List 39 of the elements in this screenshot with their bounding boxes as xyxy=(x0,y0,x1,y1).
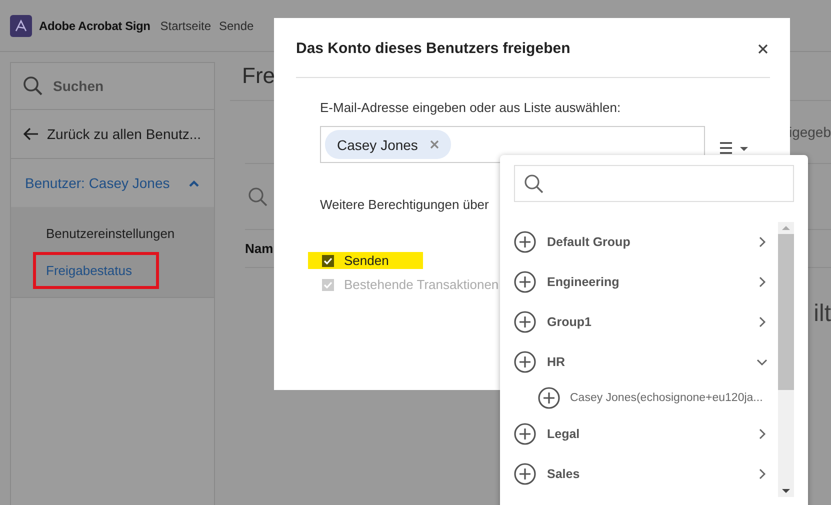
status-text: igegeb xyxy=(788,124,831,140)
logo-icon xyxy=(10,14,32,36)
empty-message: ilt xyxy=(814,300,831,328)
add-icon[interactable] xyxy=(514,423,536,445)
add-icon[interactable] xyxy=(514,463,536,485)
checkbox[interactable] xyxy=(322,254,334,266)
search-field[interactable] xyxy=(514,165,794,202)
group-item[interactable]: Legal xyxy=(514,414,778,454)
recipient-chip[interactable]: Casey Jones xyxy=(325,130,451,159)
group-item[interactable]: Group1 xyxy=(514,302,778,342)
search-field[interactable]: Suchen xyxy=(51,77,195,95)
nav-link[interactable]: Sende xyxy=(219,18,254,32)
search-icon xyxy=(248,186,268,206)
add-icon[interactable] xyxy=(514,311,536,333)
permissions-label: Weitere Berechtigungen über xyxy=(320,197,490,212)
caret-icon[interactable] xyxy=(188,179,200,187)
add-icon[interactable] xyxy=(514,271,536,293)
member-item[interactable]: Casey Jones(echosignone+eu120ja... xyxy=(514,382,778,414)
column-header: Nam xyxy=(245,241,274,256)
nav-link[interactable]: Startseite xyxy=(160,18,211,32)
back-link[interactable]: Zurück zu allen Benutz... xyxy=(47,126,202,142)
group-item[interactable]: Engineering xyxy=(514,262,778,302)
email-label: E-Mail-Adresse eingeben oder aus Liste auswählen: xyxy=(320,100,622,115)
search-icon xyxy=(23,76,43,96)
app-name: Adobe Acrobat Sign xyxy=(39,18,150,32)
add-icon[interactable] xyxy=(538,387,560,409)
group-item[interactable]: Sales xyxy=(514,454,778,494)
scrollbar[interactable] xyxy=(778,222,794,497)
back-arrow-icon xyxy=(23,127,39,141)
add-icon[interactable] xyxy=(514,351,536,373)
submenu-item[interactable]: Benutzereinstellungen xyxy=(33,215,188,252)
close-icon[interactable] xyxy=(758,44,768,54)
group-item[interactable]: Default Group xyxy=(514,222,778,262)
add-icon[interactable] xyxy=(514,231,536,253)
highlighted-checkbox-row[interactable]: Senden xyxy=(308,252,423,269)
remove-icon[interactable] xyxy=(430,140,439,149)
list-menu-icon[interactable] xyxy=(719,140,749,154)
group-item[interactable]: HR xyxy=(514,342,778,382)
search-icon xyxy=(524,174,544,194)
